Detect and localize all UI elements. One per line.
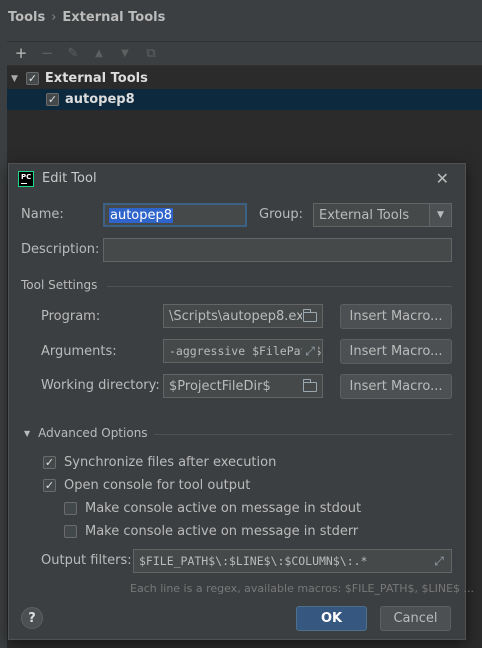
tree-item-checkbox[interactable]: ✓ [46, 93, 59, 106]
group-value: External Tools [319, 207, 410, 223]
group-combobox[interactable]: External Tools ▼ [313, 203, 452, 227]
tree-group-label: External Tools [44, 71, 148, 86]
working-directory-insert-macro-button[interactable]: Insert Macro... [340, 374, 452, 399]
help-icon[interactable]: ? [21, 607, 43, 629]
group-label: Group: [259, 207, 303, 222]
expand-icon[interactable]: ⤢ [431, 553, 447, 569]
arguments-input[interactable]: -aggressive $FilePath$ ⤢ [163, 339, 323, 363]
arrow-down-icon[interactable]: ▼ [117, 46, 133, 62]
dialog-title-bar[interactable]: PC Edit Tool ✕ [9, 164, 465, 194]
name-value: autopep8 [109, 207, 174, 223]
console-stderr-label: Make console active on message in stderr [85, 524, 359, 539]
working-directory-input[interactable]: $ProjectFileDir$ [163, 374, 323, 398]
output-filters-hint: Each line is a regex, available macros: … [130, 582, 475, 595]
close-icon[interactable]: ✕ [436, 169, 449, 188]
cancel-button[interactable]: Cancel [380, 606, 451, 631]
pencil-icon[interactable]: ✎ [65, 46, 81, 62]
expand-icon[interactable]: ⤢ [302, 343, 318, 359]
advanced-options-divider [154, 434, 452, 435]
console-stderr-option[interactable]: Make console active on message in stderr [64, 524, 358, 539]
dialog-title: Edit Tool [42, 171, 97, 186]
folder-icon[interactable] [302, 308, 318, 324]
expand-arrow-icon[interactable]: ▼ [11, 74, 18, 84]
advanced-options-heading: Advanced Options [38, 426, 148, 440]
folder-icon[interactable] [302, 378, 318, 394]
tree-item-autopep8[interactable]: ✓ autopep8 [7, 89, 482, 110]
output-filters-input[interactable]: $FILE_PATH$\:$LINE$\:$COLUMN$\:.* ⤢ [133, 549, 452, 573]
tool-settings-heading: Tool Settings [21, 278, 98, 292]
console-stderr-checkbox[interactable] [64, 525, 77, 538]
program-insert-macro-button[interactable]: Insert Macro... [340, 304, 452, 329]
edit-tool-dialog: PC Edit Tool ✕ Name: autopep8 Group: Ext… [8, 163, 474, 640]
description-input[interactable] [103, 238, 452, 262]
breadcrumb-current: External Tools [62, 10, 166, 25]
program-value: \Scripts\autopep8.exe [169, 308, 312, 324]
tree-group-row[interactable]: ▼ ✓ External Tools [7, 68, 482, 89]
breadcrumb-separator: › [51, 10, 57, 25]
name-label: Name: [21, 207, 64, 222]
arguments-value: -aggressive $FilePath$ [169, 344, 322, 358]
description-label: Description: [21, 242, 100, 257]
output-filters-value: $FILE_PATH$\:$LINE$\:$COLUMN$\:.* [139, 554, 368, 568]
console-stdout-label: Make console active on message in stdout [85, 501, 362, 516]
pycharm-icon: PC [18, 171, 34, 187]
minus-icon[interactable]: − [39, 46, 55, 62]
open-console-option[interactable]: ✓ Open console for tool output [43, 478, 250, 493]
breadcrumb: Tools › External Tools [8, 10, 165, 25]
ok-button[interactable]: OK [296, 606, 367, 631]
copy-icon[interactable]: ⧉ [143, 46, 159, 62]
name-input[interactable]: autopep8 [103, 203, 247, 227]
tree-group-checkbox[interactable]: ✓ [25, 72, 39, 85]
console-stdout-checkbox[interactable] [64, 502, 77, 515]
arguments-insert-macro-button[interactable]: Insert Macro... [340, 339, 452, 364]
breadcrumb-root[interactable]: Tools [8, 10, 45, 25]
working-directory-label: Working directory: [41, 378, 160, 393]
tool-settings-divider [107, 286, 452, 287]
sync-files-checkbox[interactable]: ✓ [43, 456, 56, 469]
open-console-checkbox[interactable]: ✓ [43, 479, 56, 492]
program-label: Program: [41, 309, 101, 324]
collapse-arrow-icon[interactable]: ▼ [24, 429, 30, 438]
arrow-up-icon[interactable]: ▲ [91, 46, 107, 62]
working-directory-value: $ProjectFileDir$ [169, 378, 271, 394]
sync-files-label: Synchronize files after execution [64, 455, 277, 470]
tools-toolbar: + − ✎ ▲ ▼ ⧉ [7, 42, 482, 66]
console-stdout-option[interactable]: Make console active on message in stdout [64, 501, 361, 516]
plus-icon[interactable]: + [13, 46, 29, 62]
advanced-options-toggle[interactable]: ▼ Advanced Options [24, 426, 148, 440]
output-filters-label: Output filters: [41, 553, 132, 568]
program-input[interactable]: \Scripts\autopep8.exe [163, 304, 323, 328]
sync-files-option[interactable]: ✓ Synchronize files after execution [43, 455, 276, 470]
tree-item-label: autopep8 [65, 92, 135, 107]
arguments-label: Arguments: [41, 344, 117, 359]
chevron-down-icon[interactable]: ▼ [429, 204, 451, 226]
open-console-label: Open console for tool output [64, 478, 251, 493]
